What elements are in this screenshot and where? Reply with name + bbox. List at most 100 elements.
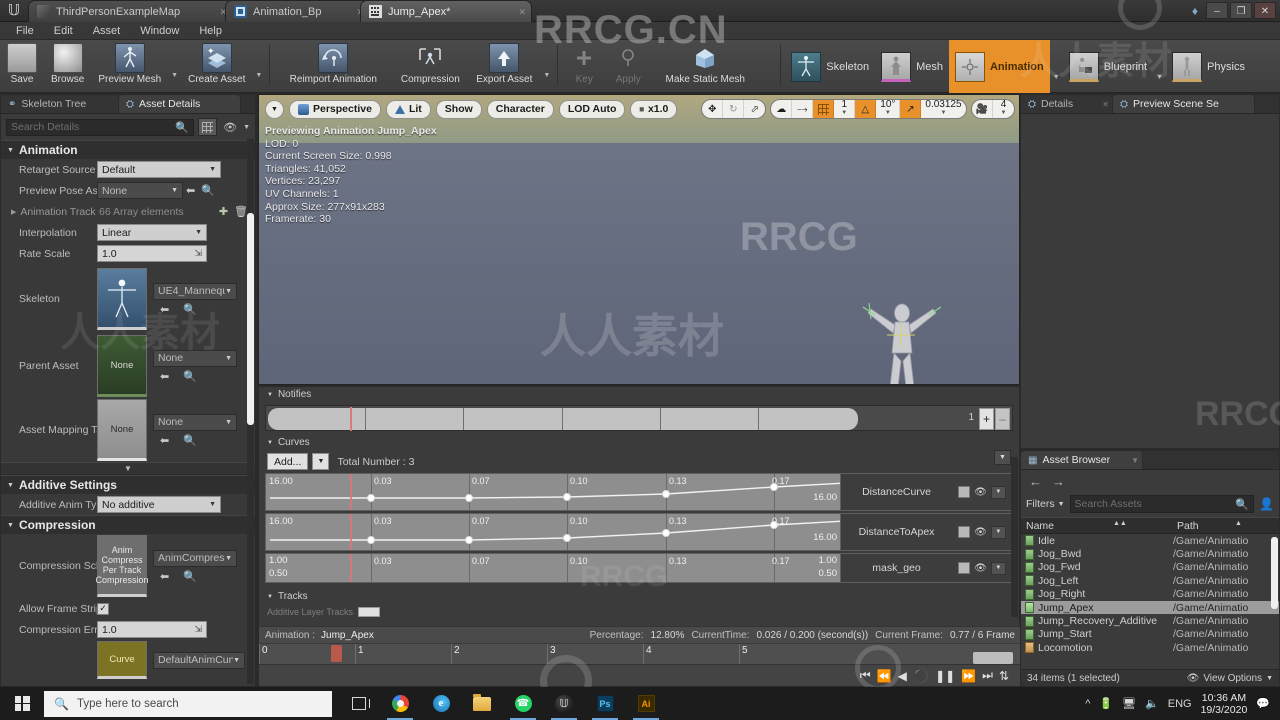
curve-keyframe[interactable] <box>662 490 670 498</box>
create-asset-button[interactable]: ✦ Create Asset <box>181 40 252 93</box>
forward-icon[interactable]: → <box>1052 474 1065 489</box>
reimport-animation-button[interactable]: Reimport Animation <box>274 40 392 93</box>
section-notifies[interactable]: ▼ Notifies <box>259 387 1019 402</box>
spinner-icon[interactable]: ⇲ <box>194 248 202 259</box>
taskbar-file-explorer[interactable] <box>463 687 501 720</box>
asset-mapping-thumbnail[interactable]: None <box>97 399 147 461</box>
pause-icon[interactable]: ❚❚ <box>935 669 955 683</box>
curve-keyframe[interactable] <box>770 483 778 491</box>
chevron-down-icon[interactable]: ▼ <box>990 485 1006 499</box>
track-add-button[interactable] <box>358 607 381 617</box>
menu-window[interactable]: Window <box>130 22 189 40</box>
parent-asset-thumbnail[interactable]: None <box>97 335 147 397</box>
task-view-button[interactable] <box>340 687 378 720</box>
asset-list-scrollbar[interactable] <box>1271 537 1278 609</box>
chevron-down-icon[interactable]: ▼ <box>243 124 250 131</box>
column-header-name[interactable]: Name <box>1026 520 1054 532</box>
taskbar-search-input[interactable]: 🔍 Type here to search <box>44 690 332 717</box>
playhead[interactable] <box>350 474 352 510</box>
tab-asset-details[interactable]: ⛭ Asset Details <box>119 95 241 113</box>
curve-keyframe[interactable] <box>367 494 375 502</box>
loop-icon[interactable]: ⇅ <box>999 669 1009 683</box>
add-notify-button[interactable]: + <box>979 408 994 430</box>
menu-edit[interactable]: Edit <box>44 22 83 40</box>
browse-button[interactable]: Browse <box>44 40 91 93</box>
view-options-button[interactable]: 👁 View Options ▼ <box>1187 673 1273 684</box>
add-curve-button[interactable]: Add... <box>267 453 309 470</box>
section-tracks[interactable]: ▼ Tracks <box>259 589 1019 604</box>
chevron-down-icon[interactable]: ▼ <box>168 72 181 79</box>
tab-asset-browser[interactable]: ▦ Asset Browser ▼ <box>1021 451 1143 469</box>
playhead[interactable] <box>350 514 352 550</box>
curve-keyframe[interactable] <box>563 493 571 501</box>
angle-snap-value[interactable]: 10° ▼ <box>876 100 901 118</box>
curve-track[interactable]: 0.03 0.07 0.10 0.13 0.17 16.00 16.00 Dis… <box>265 473 1013 511</box>
list-item[interactable]: Idle /Game/Animatio <box>1021 534 1279 547</box>
network-icon[interactable]: 🖥 <box>1122 697 1136 710</box>
browse-to-asset-icon[interactable]: 🔍 <box>180 370 200 383</box>
asset-mapping-dropdown[interactable]: None ▼ <box>153 413 237 431</box>
compression-scheme-thumbnail[interactable]: Anim Compress Per Track Compression <box>96 535 149 597</box>
search-input[interactable]: Search Details 🔍 <box>6 118 195 136</box>
use-selected-icon[interactable]: ⬅ <box>157 434 172 447</box>
curve-thumbnail[interactable]: Curve <box>97 641 147 679</box>
curve-color-swatch[interactable] <box>958 486 971 498</box>
notifications-icon[interactable]: 💬 <box>1256 697 1270 710</box>
allow-frame-stripping-checkbox[interactable]: ✓ <box>97 602 109 615</box>
use-selected-icon[interactable]: ⬅ <box>157 303 172 316</box>
taskbar-chrome[interactable] <box>381 687 419 720</box>
curve-graph[interactable]: 0.03 0.07 0.10 0.13 0.17 16.00 16.00 <box>266 514 840 550</box>
taskbar-unreal[interactable]: 𝕌 <box>545 687 583 720</box>
use-selected-icon[interactable]: ⬅ <box>157 370 172 383</box>
chevron-down-icon[interactable]: ▼ <box>1050 74 1063 81</box>
editor-tab-animation[interactable]: Jump_Apex* ✕ <box>360 0 532 22</box>
spinner-icon[interactable]: ⇲ <box>194 624 202 635</box>
play-reverse-icon[interactable]: ◀ <box>898 669 907 683</box>
grid-snap-value[interactable]: 1 ▼ <box>834 100 856 118</box>
curve-keyframe[interactable] <box>465 536 473 544</box>
taskbar-edge[interactable]: e <box>422 687 460 720</box>
browse-to-asset-icon[interactable]: 🔍 <box>180 434 200 447</box>
curve-keyframe[interactable] <box>367 536 375 544</box>
start-button[interactable] <box>0 687 44 720</box>
move-gizmo-icon[interactable]: ✥ <box>702 100 724 118</box>
chevron-down-icon[interactable]: ▼ <box>540 72 553 79</box>
clock[interactable]: 10:36 AM 19/3/2020 <box>1201 692 1248 716</box>
triangle-right-icon[interactable]: ▶ <box>11 208 16 216</box>
add-element-icon[interactable]: ✚ <box>216 205 231 218</box>
asset-search-input[interactable]: Search Assets 🔍 <box>1069 495 1255 513</box>
notify-track[interactable]: 1 + – <box>265 405 1013 431</box>
filters-button[interactable]: Filters ▼ <box>1026 498 1065 510</box>
mode-mesh[interactable]: Mesh <box>875 40 949 93</box>
perspective-button[interactable]: Perspective <box>289 99 381 119</box>
taskbar-illustrator[interactable]: Ai <box>627 687 665 720</box>
close-button[interactable]: ✕ <box>1254 2 1276 19</box>
volume-icon[interactable]: 🔈 <box>1145 697 1159 710</box>
animation-viewport[interactable]: ▼ Perspective Lit Show Character LOD Aut… <box>258 94 1020 385</box>
scale-gizmo-icon[interactable]: ⬀ <box>744 100 765 118</box>
compression-scheme-dropdown[interactable]: AnimCompress_P ▼ <box>153 549 237 567</box>
chevron-down-icon[interactable]: ▼ <box>1153 74 1166 81</box>
list-item[interactable]: Locomotion /Game/Animatio <box>1021 641 1279 654</box>
asset-list[interactable]: Idle /Game/Animatio Jog_Bwd /Game/Animat… <box>1021 534 1279 666</box>
curve-track[interactable]: 0.03 0.07 0.10 0.13 0.17 16.00 16.00 Dis… <box>265 513 1013 551</box>
export-asset-button[interactable]: Export Asset <box>468 40 540 93</box>
section-animation[interactable]: ▼ Animation <box>1 140 255 159</box>
curve-graph[interactable]: 0.03 0.07 0.10 0.13 0.17 16.00 16.00 <box>266 474 840 510</box>
list-item[interactable]: Jump_Start /Game/Animatio <box>1021 628 1279 641</box>
scale-snap-icon[interactable]: ↗ <box>900 100 922 118</box>
details-scrollbar-thumb[interactable] <box>247 213 254 425</box>
curve-track[interactable]: 0.03 0.07 0.10 0.13 0.17 1.00 0.50 1.00 … <box>265 553 1013 583</box>
mode-physics[interactable]: Physics <box>1166 40 1251 93</box>
grid-snap-icon[interactable] <box>813 100 835 118</box>
visibility-icon[interactable]: 👁 <box>221 121 239 134</box>
timeline-scrub-handle[interactable] <box>973 652 1013 664</box>
record-icon[interactable]: ⚫ <box>913 668 929 684</box>
save-button[interactable]: Save <box>0 40 44 93</box>
timeline-ruler[interactable]: 0 1 2 3 4 5 <box>259 643 1021 665</box>
chevron-down-icon[interactable]: ▼ <box>990 525 1006 539</box>
curve-graph[interactable]: 0.03 0.07 0.10 0.13 0.17 1.00 0.50 1.00 … <box>266 554 840 582</box>
use-selected-icon[interactable]: ⬅ <box>183 184 198 197</box>
parent-asset-dropdown[interactable]: None ▼ <box>153 349 237 367</box>
show-menu-button[interactable]: Show <box>435 99 482 119</box>
